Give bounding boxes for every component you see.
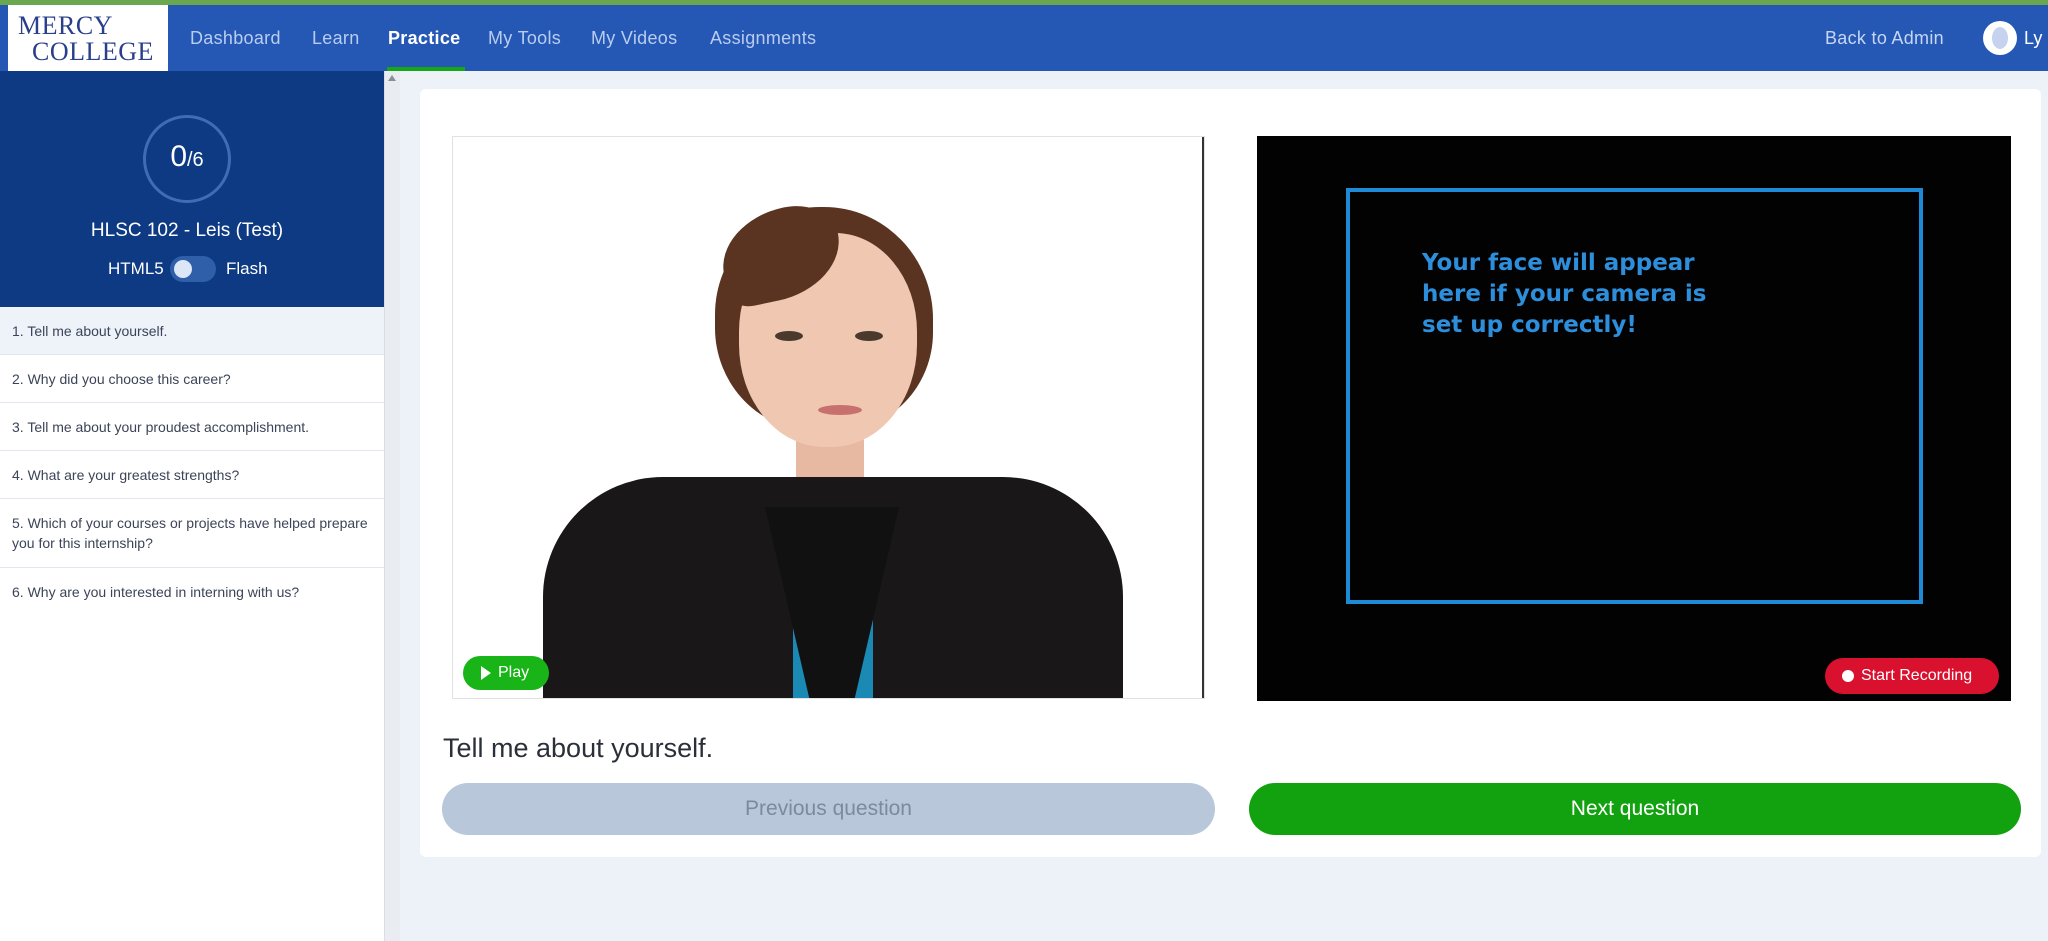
nav-link-my-videos[interactable]: My Videos <box>591 28 677 49</box>
play-label: Play <box>498 664 530 681</box>
nav-link-my-tools[interactable]: My Tools <box>488 28 561 49</box>
progress-ring: 0/6 <box>143 115 231 203</box>
interviewer-image <box>453 137 1204 698</box>
record-dot-icon <box>1842 670 1854 682</box>
start-recording-button[interactable]: Start Recording <box>1825 658 1999 694</box>
camera-preview: Your face will appear here if your camer… <box>1257 136 2011 701</box>
interviewer-eye-right <box>855 331 883 341</box>
scroll-up-arrow-icon[interactable] <box>388 75 396 81</box>
nav-link-dashboard[interactable]: Dashboard <box>190 28 281 49</box>
user-name[interactable]: Ly <box>2024 28 2042 49</box>
next-question-button[interactable]: Next question <box>1249 783 2021 835</box>
logo-text: MERCY COLLEGE <box>18 13 158 65</box>
current-question-title: Tell me about yourself. <box>443 733 714 763</box>
question-item-2[interactable]: 2. Why did you choose this career? <box>0 355 384 403</box>
question-list: 1. Tell me about yourself. 2. Why did yo… <box>0 307 384 616</box>
sidebar-header: 0/6 HLSC 102 - Leis (Test) HTML5 Flash <box>0 71 384 307</box>
college-logo[interactable]: MERCY COLLEGE <box>8 5 168 71</box>
nav-link-assignments[interactable]: Assignments <box>710 28 816 49</box>
play-icon <box>481 666 491 680</box>
progress-total: /6 <box>187 149 204 171</box>
question-item-6[interactable]: 6. Why are you interested in interning w… <box>0 568 384 616</box>
face-guide-frame: Your face will appear here if your camer… <box>1346 188 1923 604</box>
toggle-label-html5: HTML5 <box>108 259 164 278</box>
logo-line-1: MERCY <box>18 11 113 40</box>
player-mode-toggle-row: HTML5 Flash <box>0 254 384 284</box>
sidebar: 0/6 HLSC 102 - Leis (Test) HTML5 Flash 1… <box>0 71 384 941</box>
logo-line-2: COLLEGE <box>32 37 154 66</box>
nav-link-learn[interactable]: Learn <box>312 28 360 49</box>
player-mode-toggle[interactable] <box>170 256 216 282</box>
course-title: HLSC 102 - Leis (Test) <box>90 220 284 241</box>
interviewer-video[interactable] <box>452 136 1205 699</box>
interviewer-lips <box>818 405 862 415</box>
question-item-3[interactable]: 3. Tell me about your proudest accomplis… <box>0 403 384 451</box>
back-to-admin-link[interactable]: Back to Admin <box>1825 28 1944 49</box>
question-item-4[interactable]: 4. What are your greatest strengths? <box>0 451 384 499</box>
sidebar-scrollbar[interactable] <box>384 71 400 941</box>
start-recording-label: Start Recording <box>1861 667 1973 684</box>
nav-link-practice[interactable]: Practice <box>388 28 460 49</box>
progress-count: 0/6 <box>146 140 228 174</box>
interviewer-eye-left <box>775 331 803 341</box>
user-avatar-icon[interactable] <box>1983 21 2017 55</box>
question-item-1[interactable]: 1. Tell me about yourself. <box>0 307 384 355</box>
toggle-label-flash: Flash <box>226 259 268 278</box>
camera-setup-message: Your face will appear here if your camer… <box>1422 250 1707 338</box>
progress-value: 0 <box>170 140 187 173</box>
play-button[interactable]: Play <box>463 656 549 690</box>
top-navigation: MERCY COLLEGE Dashboard Learn Practice M… <box>0 5 2048 71</box>
previous-question-button[interactable]: Previous question <box>442 783 1215 835</box>
question-item-5[interactable]: 5. Which of your courses or projects hav… <box>0 499 384 568</box>
toggle-knob <box>174 260 192 278</box>
